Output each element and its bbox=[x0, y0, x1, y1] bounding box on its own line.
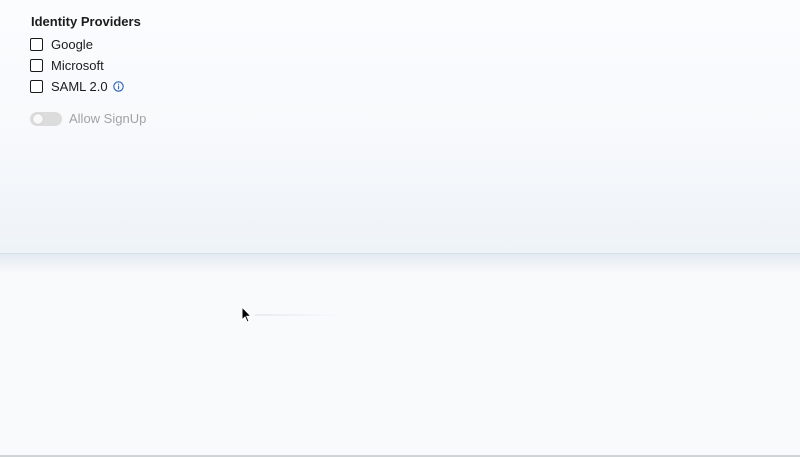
mouse-cursor-icon bbox=[241, 305, 253, 328]
provider-option-google[interactable]: Google bbox=[30, 34, 124, 55]
info-icon[interactable] bbox=[112, 81, 124, 92]
provider-option-microsoft[interactable]: Microsoft bbox=[30, 55, 124, 76]
saml-checkbox[interactable] bbox=[30, 80, 43, 93]
google-checkbox[interactable] bbox=[30, 38, 43, 51]
toggle-switch[interactable] bbox=[30, 111, 62, 126]
provider-label: SAML 2.0 bbox=[51, 79, 108, 94]
toggle-label: Allow SignUp bbox=[69, 111, 147, 126]
provider-option-saml[interactable]: SAML 2.0 bbox=[30, 76, 124, 97]
divider bbox=[255, 314, 345, 316]
microsoft-checkbox[interactable] bbox=[30, 59, 43, 72]
identity-providers-panel: Identity Providers Google Microsoft SAML… bbox=[0, 0, 800, 254]
allow-signup-toggle[interactable]: Allow SignUp bbox=[30, 111, 146, 126]
provider-list: Google Microsoft SAML 2.0 bbox=[30, 34, 124, 97]
provider-label: Microsoft bbox=[51, 58, 104, 73]
toggle-knob bbox=[33, 113, 43, 124]
section-title: Identity Providers bbox=[31, 14, 141, 29]
provider-label: Google bbox=[51, 37, 93, 52]
panel-shadow bbox=[0, 254, 800, 274]
